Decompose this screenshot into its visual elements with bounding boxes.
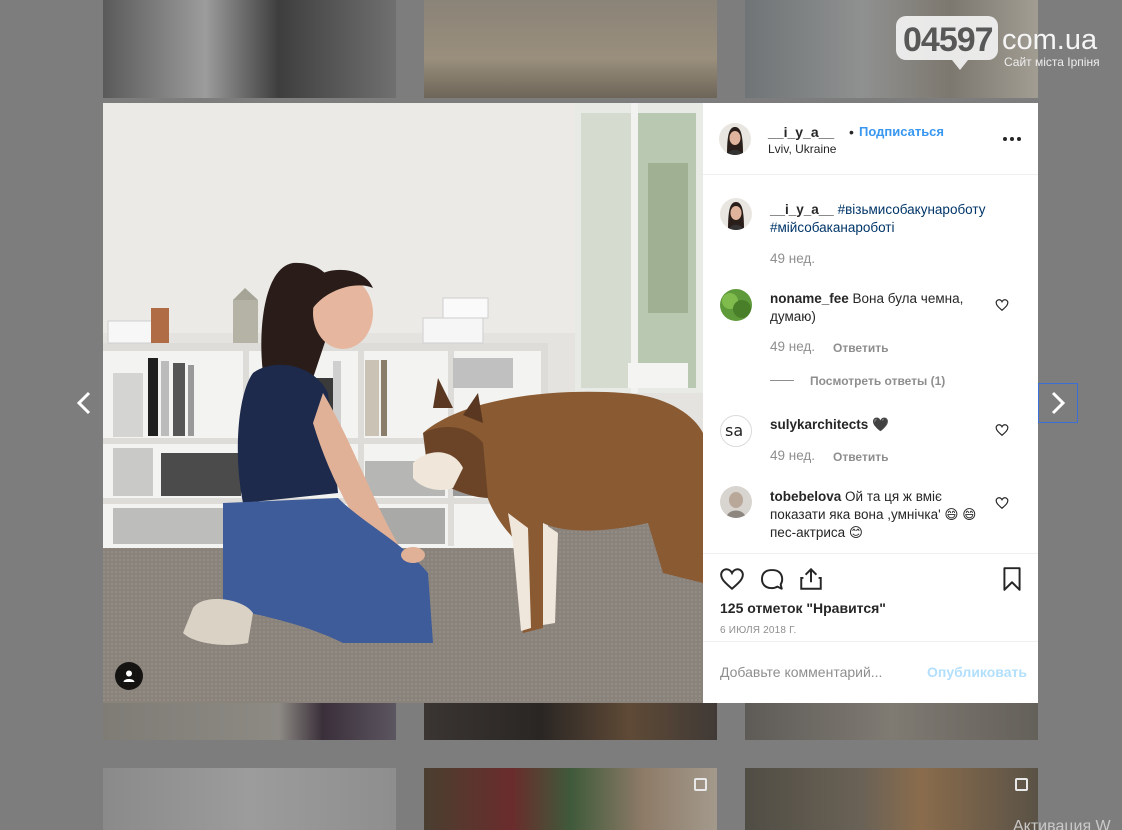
logo-number: 04597 <box>903 21 994 59</box>
caption-age[interactable]: 49 нед. <box>770 251 815 266</box>
logo-subtitle: Сайт міста Ірпіня <box>1004 55 1100 69</box>
like-comment-heart-icon[interactable] <box>995 298 1009 312</box>
likes-count[interactable]: 125 отметок "Нравится" <box>720 600 886 616</box>
reply-button[interactable]: Ответить <box>833 341 888 355</box>
chevron-left-icon <box>76 391 91 415</box>
post-actions: 125 отметок "Нравится" 6 ИЮЛЯ 2018 Г. <box>703 553 1038 641</box>
comment-item: noname_fee Вона була чемна, думаю) 49 не… <box>703 286 1038 401</box>
post-modal: __i_y_a__ • Подписаться Lviv, Ukraine __… <box>103 103 1038 703</box>
comment-icon[interactable] <box>759 566 785 592</box>
follow-button[interactable]: Подписаться <box>859 124 944 139</box>
comment-age[interactable]: 49 нед. <box>770 448 815 463</box>
comment-item: tobebelova Ой та ця ж вміє показати яка … <box>703 481 1038 553</box>
author-avatar[interactable] <box>720 198 752 230</box>
replies-divider <box>770 380 794 381</box>
comment-text: tobebelova Ой та ця ж вміє показати яка … <box>770 488 980 542</box>
comment-username[interactable]: sulykarchitects <box>770 417 868 432</box>
author-avatar[interactable] <box>719 123 751 155</box>
bookmark-icon[interactable] <box>999 566 1025 592</box>
grid-thumbnail[interactable] <box>745 703 1038 740</box>
previous-post-button[interactable] <box>64 383 104 423</box>
heart-icon[interactable] <box>719 566 745 592</box>
commenter-avatar[interactable]: sa <box>720 415 752 447</box>
publish-button[interactable]: Опубликовать <box>927 664 1027 680</box>
hashtag-link[interactable]: #візьмисобакунароботу <box>838 202 986 217</box>
post-header: __i_y_a__ • Подписаться Lviv, Ukraine <box>703 103 1038 175</box>
site-logo[interactable]: 04597 com.ua Сайт міста Ірпіня <box>896 16 1116 72</box>
grid-thumbnail[interactable] <box>745 768 1038 830</box>
comment-username[interactable]: tobebelova <box>770 489 841 504</box>
commenter-avatar[interactable] <box>720 486 752 518</box>
next-post-button[interactable] <box>1038 383 1078 423</box>
avatar-initials: sa <box>725 421 744 440</box>
comment-item: sa sulykarchitects 🖤 49 нед. Ответить <box>703 401 1038 481</box>
post-date[interactable]: 6 ИЮЛЯ 2018 Г. <box>720 625 797 636</box>
comment-text: sulykarchitects 🖤 <box>770 416 990 434</box>
grid-thumbnail[interactable] <box>424 703 717 740</box>
share-icon[interactable] <box>798 566 824 592</box>
comment-username[interactable]: noname_fee <box>770 291 849 306</box>
comment-text: noname_fee Вона була чемна, думаю) <box>770 290 990 326</box>
like-comment-heart-icon[interactable] <box>995 423 1009 437</box>
caption-text: __i_y_a__ #візьмисобакунароботу #мійсоба… <box>770 201 1010 237</box>
comment-input[interactable] <box>720 664 920 680</box>
comment-body: 🖤 <box>872 417 889 432</box>
grid-thumbnail[interactable] <box>103 768 396 830</box>
post-side-panel: __i_y_a__ • Подписаться Lviv, Ukraine __… <box>703 103 1038 703</box>
like-comment-heart-icon[interactable] <box>995 496 1009 510</box>
grid-thumbnail[interactable] <box>103 0 396 98</box>
caption: __i_y_a__ #візьмисобакунароботу #мійсоба… <box>703 176 1038 286</box>
logo-domain: com.ua <box>1002 24 1098 56</box>
grid-thumbnail[interactable] <box>424 0 717 98</box>
add-comment-bar: Опубликовать <box>703 641 1038 703</box>
logo-bubble: 04597 <box>896 16 998 70</box>
multiple-photos-icon <box>694 778 707 791</box>
more-options-icon[interactable] <box>1003 131 1025 147</box>
multiple-photos-icon <box>1015 778 1028 791</box>
grid-thumbnail[interactable] <box>424 768 717 830</box>
separator-dot: • <box>849 124 854 140</box>
hashtag-link[interactable]: #мійсобаканароботі <box>770 220 895 235</box>
author-username[interactable]: __i_y_a__ <box>768 124 834 140</box>
reply-button[interactable]: Ответить <box>833 450 888 464</box>
view-replies-button[interactable]: Посмотреть ответы (1) <box>810 374 945 388</box>
comment-age[interactable]: 49 нед. <box>770 339 815 354</box>
caption-username[interactable]: __i_y_a__ <box>770 202 834 217</box>
comments-list[interactable]: __i_y_a__ #візьмисобакунароботу #мійсоба… <box>703 176 1038 553</box>
grid-thumbnail[interactable] <box>103 703 396 740</box>
post-location[interactable]: Lviv, Ukraine <box>768 142 836 156</box>
chevron-right-icon <box>1051 391 1066 415</box>
windows-activation-overlay: Активация W <box>1013 818 1111 830</box>
post-photo[interactable] <box>103 103 703 703</box>
user-tag-icon[interactable] <box>115 662 143 690</box>
photo-scene <box>103 103 703 703</box>
commenter-avatar[interactable] <box>720 289 752 321</box>
